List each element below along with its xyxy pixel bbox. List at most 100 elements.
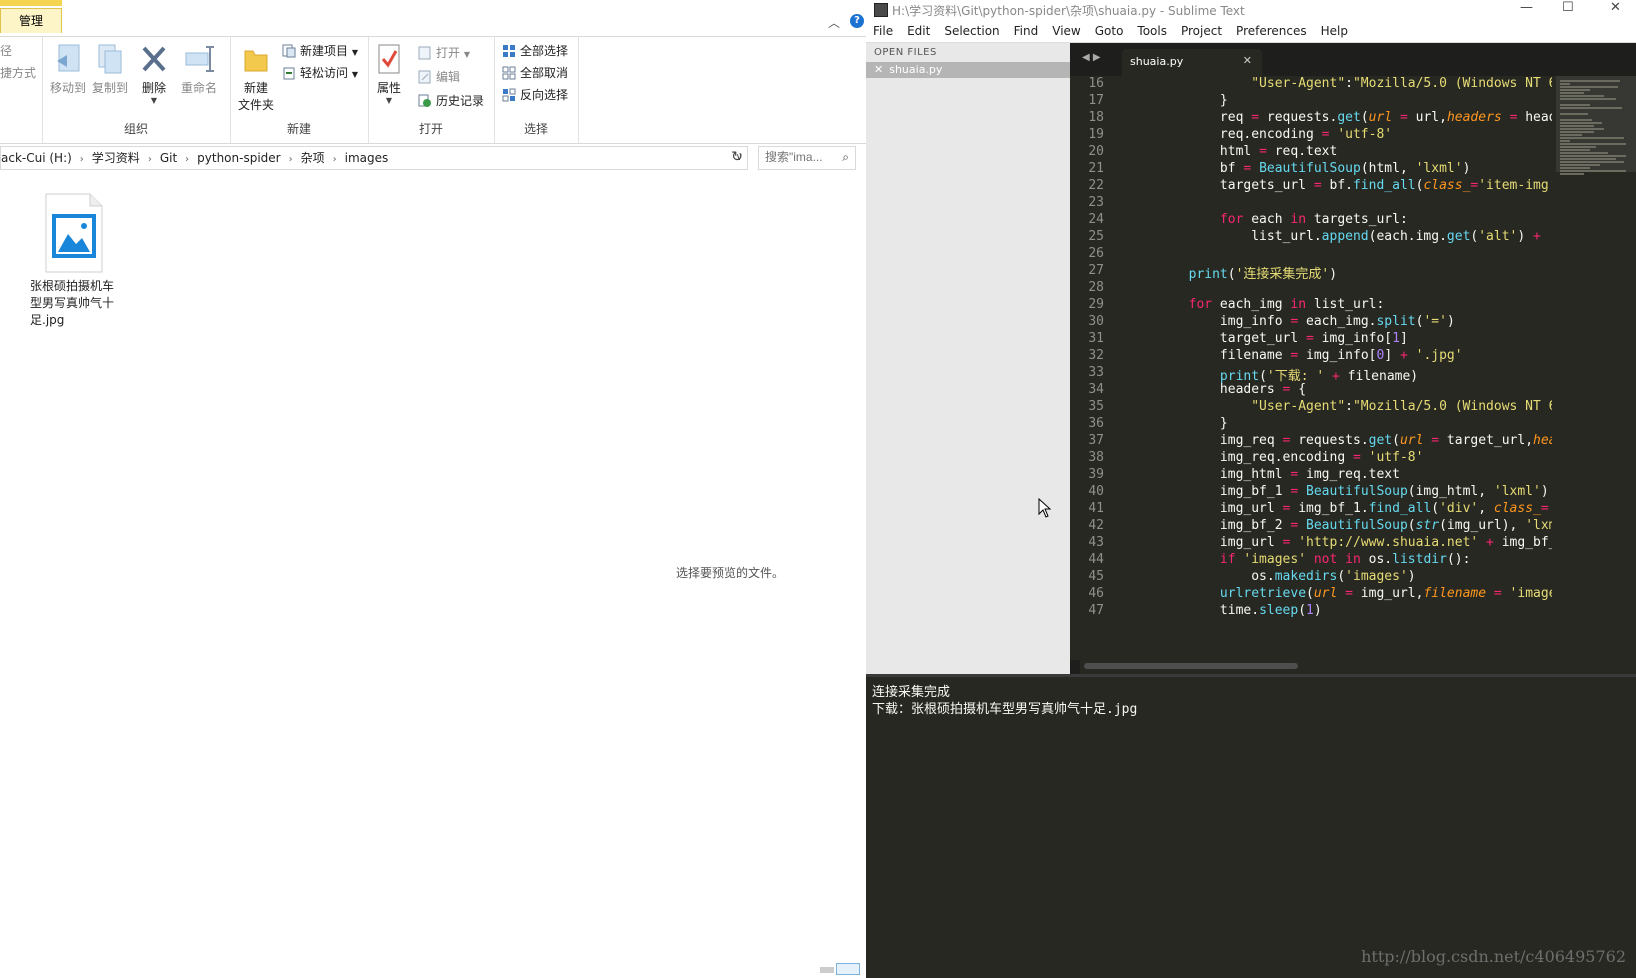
copy-path-button[interactable]: 径 [0,41,12,61]
properties-button[interactable]: 属性 ▼ [370,43,408,105]
line-number: 30 [1088,314,1104,329]
line-number: 41 [1088,501,1104,516]
ribbon-collapse-icon[interactable]: ︿ [828,14,840,31]
menu-file[interactable]: File [866,20,900,42]
code-line: bf = BeautifulSoup(html, 'lxml') [1126,161,1471,176]
copy-to-button[interactable]: 复制到 [90,43,130,96]
line-number: 42 [1088,518,1104,533]
line-number: 38 [1088,450,1104,465]
tab-close-icon[interactable]: ✕ [1243,54,1252,67]
minimap-line [1560,89,1590,91]
console-line: 下载：张根硕拍摄机车型男写真帅气十足.jpg [872,702,1138,717]
code-text[interactable]: "User-Agent":"Mozilla/5.0 (Windows NT 6.… [1126,76,1552,660]
file-list-area[interactable]: 张根硕拍摄机车型男写真帅气十足.jpg 选择要预览的文件。 [0,174,866,975]
tab-shuaia-py[interactable]: shuaia.py ✕ [1122,49,1262,76]
tab-nav-arrows-icon[interactable]: ◀ ▶ [1082,52,1101,63]
minimap-line [1560,128,1604,130]
line-number: 16 [1088,76,1104,91]
delete-icon [139,43,169,75]
menu-selection[interactable]: Selection [937,20,1006,42]
chevron-right-icon[interactable]: › [289,149,293,171]
help-icon[interactable]: ? [850,14,864,28]
breadcrumb-misc[interactable]: 杂项 [301,147,325,169]
ribbon-group-open: 属性 ▼ 打开 ▼ 编辑 历史记录 打开 [368,37,495,143]
tab-manage[interactable]: 管理 [0,8,62,33]
breadcrumb-images[interactable]: images [345,147,389,169]
menu-project[interactable]: Project [1174,20,1229,42]
refresh-icon[interactable]: ↻ [728,146,746,168]
menu-goto[interactable]: Goto [1088,20,1131,42]
history-icon [418,94,432,108]
line-number: 24 [1088,212,1104,227]
details-view-icon[interactable] [820,967,834,973]
code-line: img_info = each_img.split('=') [1126,314,1455,329]
minimap-line [1560,137,1624,139]
open-button[interactable]: 打开 ▼ [418,43,470,63]
minimize-icon[interactable]: — [1520,0,1533,15]
scrollbar-thumb[interactable] [1084,663,1298,669]
menu-preferences[interactable]: Preferences [1229,20,1314,42]
easy-access-button[interactable]: 轻松访问 ▼ [282,63,358,83]
select-all-button[interactable]: 全部选择 [502,41,568,61]
menu-view[interactable]: View [1045,20,1087,42]
delete-dropdown-icon[interactable]: ▼ [136,96,172,105]
paste-shortcut-button[interactable]: 捷方式 [0,63,36,83]
chevron-right-icon[interactable]: › [148,149,152,171]
sublime-text-window: H:\学习资料\Git\python-spider\杂项\shuaia.py -… [866,0,1636,978]
line-number: 22 [1088,178,1104,193]
line-number: 33 [1088,365,1104,380]
horizontal-scrollbar[interactable] [1080,662,1636,670]
menu-find[interactable]: Find [1007,20,1046,42]
menu-tools[interactable]: Tools [1130,20,1174,42]
minimap-line [1560,113,1588,115]
sublime-app-icon [874,3,888,17]
close-file-icon[interactable]: ✕ [874,63,883,76]
search-input[interactable] [759,147,841,167]
code-line: img_req.encoding = 'utf-8' [1126,450,1424,465]
breadcrumb-python-spider[interactable]: python-spider [197,147,280,169]
code-line: req.encoding = 'utf-8' [1126,127,1393,142]
breadcrumb-study[interactable]: 学习资料 [92,147,140,169]
line-number: 25 [1088,229,1104,244]
search-icon[interactable]: ⌕ [842,150,849,165]
line-number: 18 [1088,110,1104,125]
address-bar[interactable]: ack-Cui (H:) › 学习资料 › Git › python-spider › 杂项 › i… [0,146,748,170]
edit-button[interactable]: 编辑 [418,67,460,87]
rename-button[interactable]: 重命名 [174,43,224,96]
line-number: 28 [1088,280,1104,295]
select-group-label: 选择 [523,122,548,136]
code-editor[interactable]: 16 17 18 19 20 21 22 23 24 25 26 27 28 29 30 31 32 33 34 35… [1070,76,1636,660]
delete-button[interactable]: 删除 ▼ [136,43,172,105]
minimap[interactable] [1556,76,1636,660]
code-line: target_url = img_info[1] [1126,331,1408,346]
breadcrumb-git[interactable]: Git [160,147,177,169]
minimap-line [1560,134,1582,136]
chevron-right-icon[interactable]: › [333,149,337,171]
new-folder-button[interactable]: 新建 文件夹 [234,43,278,113]
minimap-line [1560,164,1600,166]
invert-selection-button[interactable]: 反向选择 [502,85,568,105]
large-icons-view-icon[interactable] [836,963,860,975]
select-none-button[interactable]: 全部取消 [502,63,568,83]
minimap-line [1560,98,1616,100]
maximize-icon[interactable]: ☐ [1562,0,1574,15]
line-number: 34 [1088,382,1104,397]
minimap-line [1560,83,1570,85]
image-file-icon [44,192,104,274]
chevron-right-icon[interactable]: › [80,149,84,171]
move-to-button[interactable]: 移动到 [48,43,88,96]
invert-selection-icon [502,88,516,102]
menu-edit[interactable]: Edit [900,20,937,42]
code-line: for each in targets_url: [1219,212,1408,227]
search-box[interactable]: ⌕ [758,146,856,170]
close-icon[interactable]: ✕ [1610,0,1621,15]
menu-help[interactable]: Help [1314,20,1355,42]
sidebar-file-item[interactable]: ✕ shuaia.py [866,62,1070,78]
file-item[interactable]: 张根硕拍摄机车型男写真帅气十足.jpg [26,192,122,329]
chevron-right-icon[interactable]: › [185,149,189,171]
breadcrumb-drive[interactable]: ack-Cui (H:) [1,147,72,169]
select-none-icon [502,66,516,80]
history-button[interactable]: 历史记录 [418,91,484,111]
new-item-button[interactable]: 新建项目 ▼ [282,41,358,61]
properties-dropdown-icon[interactable]: ▼ [370,96,408,105]
